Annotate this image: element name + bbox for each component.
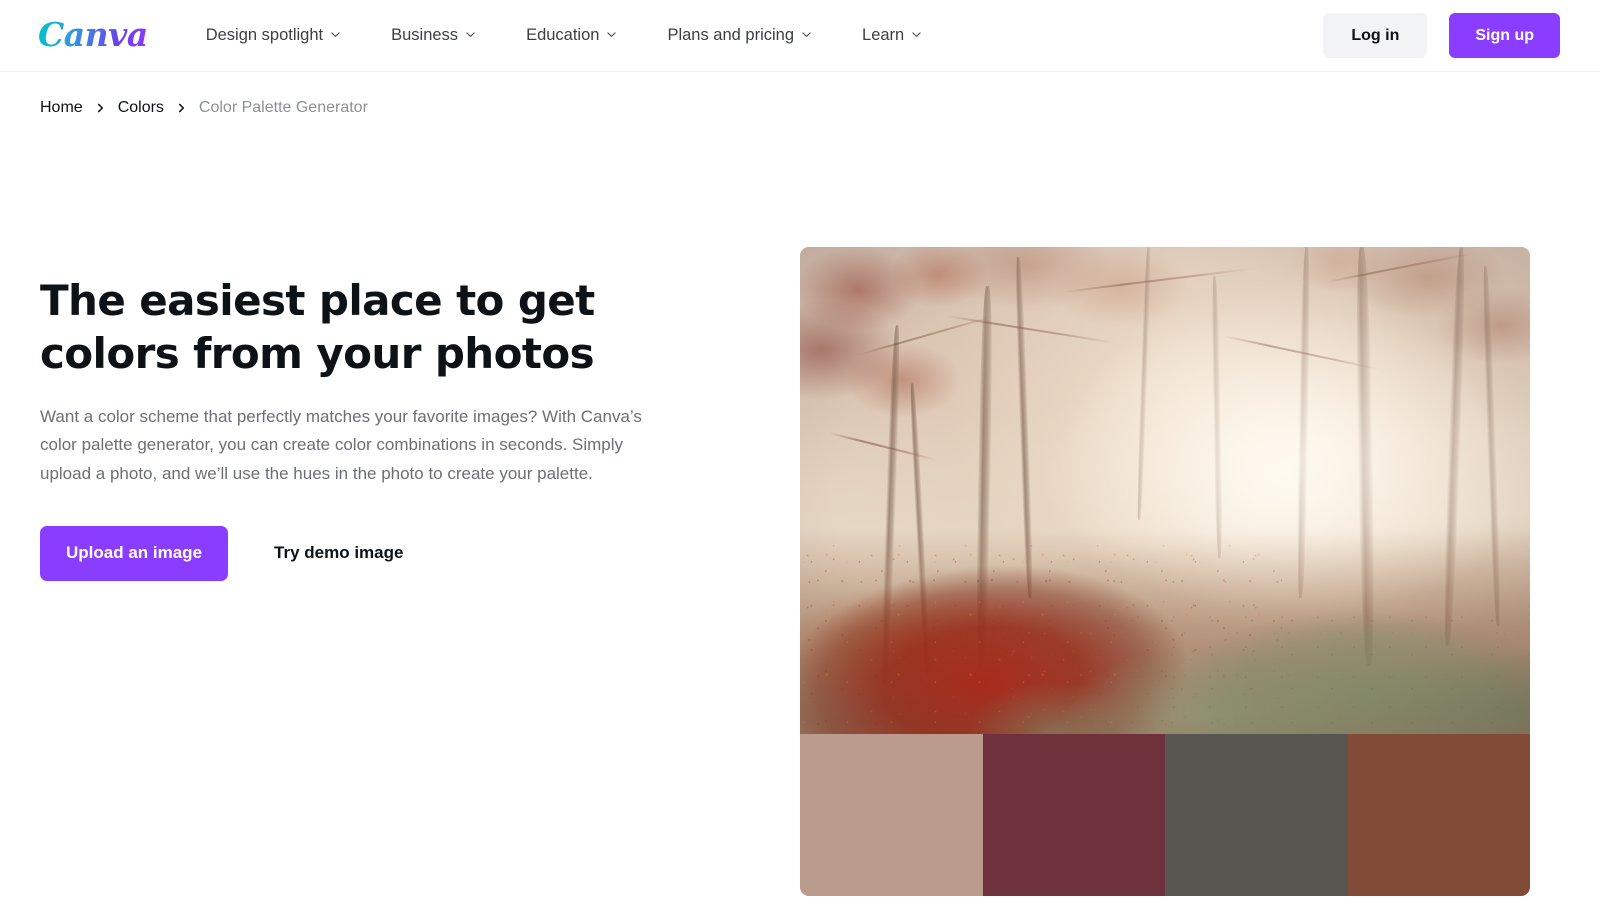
palette-preview-column: Quicksand #BA9B8E Buccaneer #6F313C Fusc… bbox=[800, 247, 1530, 900]
nav-item-label: Education bbox=[526, 26, 600, 45]
color-swatch[interactable] bbox=[982, 734, 1165, 896]
chevron-down-icon bbox=[606, 29, 617, 40]
color-swatch[interactable] bbox=[1347, 734, 1530, 896]
main-content: The easiest place to get colors from you… bbox=[0, 116, 1600, 896]
swatch-row bbox=[800, 734, 1530, 896]
try-demo-image-button[interactable]: Try demo image bbox=[270, 526, 407, 580]
hero-text-column: The easiest place to get colors from you… bbox=[40, 116, 740, 581]
site-header: Canva Design spotlight Business Educatio… bbox=[0, 0, 1600, 72]
forest-photo bbox=[800, 247, 1530, 734]
nav-item-label: Business bbox=[391, 26, 459, 45]
nav-item-education[interactable]: Education bbox=[526, 17, 643, 54]
color-swatch[interactable] bbox=[800, 734, 983, 896]
nav-item-label: Learn bbox=[862, 26, 905, 45]
nav-item-label: Design spotlight bbox=[205, 26, 324, 45]
undergrowth-texture bbox=[1004, 607, 1530, 734]
breadcrumb-item-colors[interactable]: Colors bbox=[118, 100, 164, 116]
chevron-down-icon bbox=[465, 29, 476, 40]
chevron-right-icon bbox=[177, 102, 186, 114]
login-button[interactable]: Log in bbox=[1323, 12, 1428, 59]
nav-item-learn[interactable]: Learn bbox=[862, 17, 948, 54]
nav-item-design-spotlight[interactable]: Design spotlight bbox=[206, 17, 367, 54]
signup-button[interactable]: Sign up bbox=[1449, 12, 1560, 59]
breadcrumb-item-current: Color Palette Generator bbox=[198, 99, 368, 116]
palette-card bbox=[800, 247, 1530, 896]
nav-item-label: Plans and pricing bbox=[667, 26, 795, 45]
upload-image-button[interactable]: Upload an image bbox=[40, 526, 229, 581]
chevron-right-icon bbox=[96, 102, 105, 114]
nav-item-plans-and-pricing[interactable]: Plans and pricing bbox=[667, 17, 838, 54]
nav-item-business[interactable]: Business bbox=[391, 17, 502, 54]
color-swatch[interactable] bbox=[1165, 734, 1348, 896]
main-nav: Design spotlight Business Education Plan… bbox=[206, 17, 973, 54]
chevron-down-icon bbox=[911, 29, 922, 40]
hero-description: Want a color scheme that perfectly match… bbox=[40, 406, 642, 483]
photo-canopy-layer bbox=[800, 247, 1530, 549]
hero-actions: Upload an image Try demo image bbox=[40, 526, 740, 581]
breadcrumb: Home Colors Color Palette Generator bbox=[0, 72, 1600, 116]
breadcrumb-item-home[interactable]: Home bbox=[40, 100, 83, 116]
chevron-down-icon bbox=[801, 29, 812, 40]
page-title: The easiest place to get colors from you… bbox=[40, 276, 595, 378]
canva-logo[interactable]: Canva bbox=[38, 18, 148, 54]
auth-actions: Log in Sign up bbox=[1323, 12, 1560, 59]
chevron-down-icon bbox=[330, 29, 341, 40]
